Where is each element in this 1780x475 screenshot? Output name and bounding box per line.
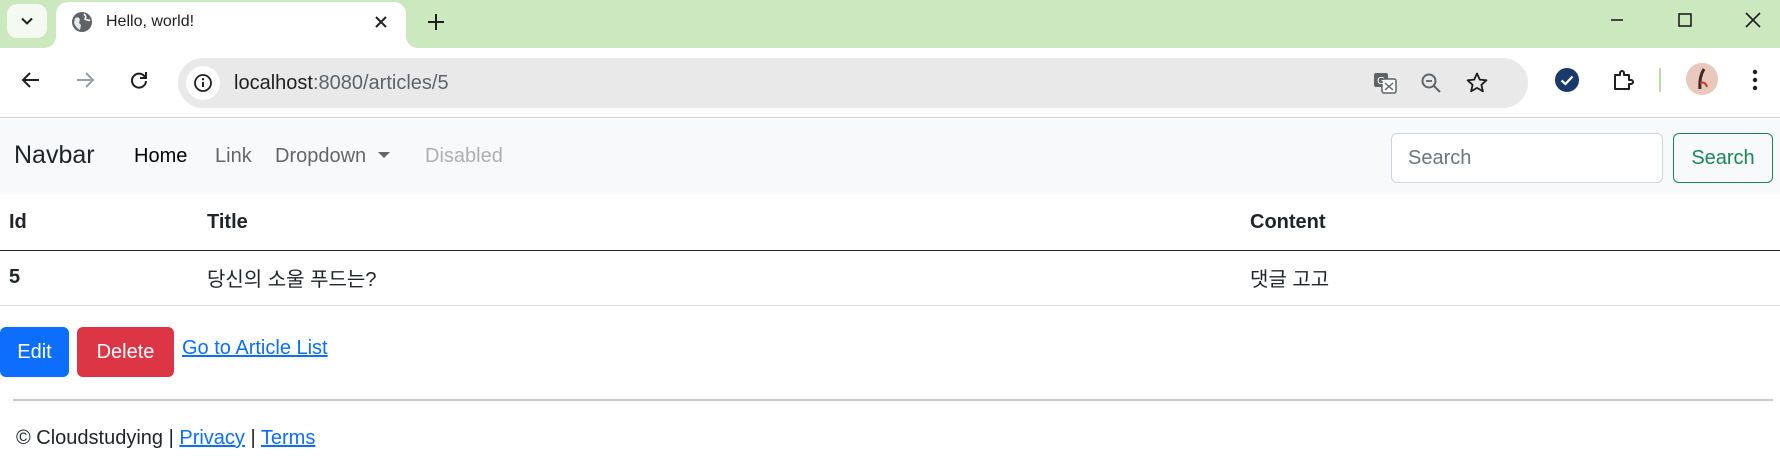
nav-dropdown-label: Dropdown: [275, 145, 367, 167]
terms-link[interactable]: Terms: [261, 427, 315, 449]
back-button[interactable]: [14, 63, 48, 97]
close-icon: [375, 16, 387, 28]
extensions-menu-button[interactable]: [1606, 63, 1640, 97]
reload-icon: [131, 72, 147, 89]
kebab-menu-icon: [1752, 69, 1758, 91]
url-path: :8080/articles/5: [312, 72, 449, 94]
cell-title: 당신의 소울 푸드는?: [198, 250, 1241, 306]
nav-link-link[interactable]: Link: [215, 145, 252, 168]
nav-link-home[interactable]: Home: [134, 145, 187, 168]
site-info-icon: [194, 74, 212, 92]
tab-search-button[interactable]: [7, 4, 47, 38]
browser-menu-button[interactable]: [1738, 63, 1772, 97]
search-button[interactable]: Search: [1673, 133, 1773, 183]
new-tab-button[interactable]: [420, 6, 452, 38]
profile-avatar-icon: [1686, 63, 1718, 95]
close-window-icon: [1745, 12, 1761, 28]
translate-button[interactable]: G: [1368, 66, 1402, 100]
footer-copyright: © Cloudstudying |: [16, 427, 180, 449]
column-header-title: Title: [198, 195, 1241, 251]
active-tab[interactable]: Hello, world!: [56, 2, 406, 48]
caret-down-icon: [378, 152, 391, 158]
tab-close-button[interactable]: [368, 9, 394, 35]
minimize-icon: [1611, 19, 1623, 21]
globe-icon: [72, 12, 92, 32]
zoom-button[interactable]: [1414, 66, 1448, 100]
cell-id: 5: [0, 250, 198, 306]
footer-divider: [13, 399, 1773, 401]
close-window-button[interactable]: [1725, 4, 1780, 36]
forward-button[interactable]: [68, 63, 102, 97]
reload-button[interactable]: [122, 63, 156, 97]
back-icon: [21, 72, 39, 88]
article-list-link[interactable]: Go to Article List: [182, 337, 328, 360]
nav-link-disabled: Disabled: [425, 145, 503, 167]
footer-separator: |: [244, 427, 261, 449]
url-text: localhost:8080/articles/5: [234, 72, 449, 95]
column-header-content: Content: [1241, 195, 1780, 251]
nav-dropdown[interactable]: Dropdown: [275, 145, 391, 168]
puzzle-extensions-icon: [1614, 70, 1634, 90]
table-row: 5 당신의 소울 푸드는? 댓글 고고: [0, 250, 1780, 306]
address-bar[interactable]: localhost:8080/articles/5 G: [178, 58, 1528, 108]
profile-avatar[interactable]: [1686, 63, 1718, 95]
extension-button[interactable]: [1550, 63, 1584, 97]
check-extension-icon: [1555, 68, 1579, 92]
translate-icon: G: [1374, 73, 1397, 94]
svg-text:G: G: [1377, 76, 1385, 87]
maximize-button[interactable]: [1657, 4, 1713, 36]
delete-button[interactable]: Delete: [77, 327, 174, 377]
tab-title: Hello, world!: [106, 13, 195, 30]
zoom-icon: [1421, 73, 1441, 93]
tab-strip: Hello, world!: [0, 0, 1780, 48]
footer: © Cloudstudying | Privacy | Terms: [16, 427, 315, 450]
bookmark-button[interactable]: [1460, 66, 1494, 100]
site-navbar: Navbar Home Link Dropdown Disabled Searc…: [0, 119, 1780, 195]
forward-icon: [77, 72, 95, 88]
privacy-link[interactable]: Privacy: [179, 427, 245, 449]
article-table: Id Title Content 5 당신의 소울 푸드는? 댓글 고고: [0, 195, 1780, 306]
search-input[interactable]: [1391, 133, 1663, 183]
site-info-button[interactable]: [186, 66, 220, 100]
browser-toolbar: localhost:8080/articles/5 G: [0, 48, 1780, 118]
navbar-brand[interactable]: Navbar: [14, 141, 95, 170]
bookmark-star-icon: [1466, 72, 1488, 93]
url-host: localhost: [234, 72, 313, 94]
plus-icon: [428, 14, 444, 30]
minimize-button[interactable]: [1589, 4, 1645, 36]
edit-button[interactable]: Edit: [0, 327, 69, 377]
toolbar-separator: [1659, 68, 1661, 92]
column-header-id: Id: [0, 195, 198, 251]
maximize-icon: [1678, 13, 1692, 27]
chevron-down-icon: [21, 17, 33, 25]
table-header-row: Id Title Content: [0, 195, 1780, 251]
cell-content: 댓글 고고: [1241, 250, 1780, 306]
